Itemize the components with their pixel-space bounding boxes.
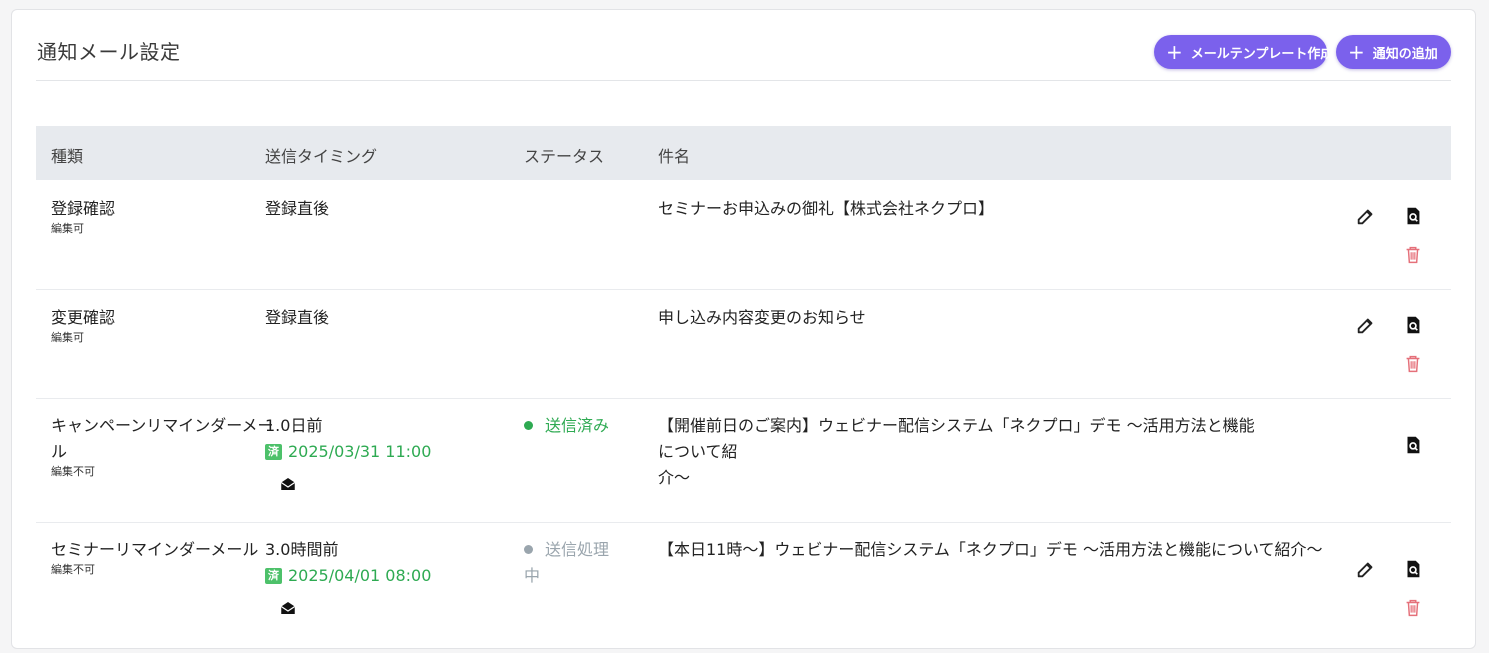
timing-label: 3.0時間前 xyxy=(265,540,339,559)
edit-icon[interactable] xyxy=(1355,314,1377,336)
timing-cell: 登録直後 xyxy=(265,199,330,218)
type-cell: キャンペーンリマインダーメー ル 編集不可 xyxy=(51,413,274,479)
timing-label: 1.0日前 xyxy=(265,416,323,435)
create-template-button[interactable]: + メールテンプレート作成 xyxy=(1154,35,1333,69)
preview-icon[interactable] xyxy=(1402,434,1424,456)
subject-label: 【開催前日のご案内】ウェビナー配信システム「ネクプロ」デモ ～活用方法と機能につ… xyxy=(658,416,1255,461)
table-row: キャンペーンリマインダーメー ル 編集不可 1.0日前 済 2025/03/31 … xyxy=(36,399,1451,523)
preview-icon[interactable] xyxy=(1402,558,1424,580)
editable-label: 編集不可 xyxy=(51,465,95,478)
status-dot-icon xyxy=(524,545,533,554)
type-label-cont: ル xyxy=(51,442,68,461)
add-notification-button[interactable]: + 通知の追加 xyxy=(1336,35,1451,69)
card-header: 通知メール設定 + メールテンプレート作成 + 通知の追加 xyxy=(36,10,1451,81)
status-label: 送信済み xyxy=(545,416,610,435)
sent-at: 済 2025/03/31 11:00 xyxy=(265,439,431,465)
editable-label: 編集可 xyxy=(51,222,84,235)
subject-label-cont: 介～ xyxy=(658,468,691,487)
type-label: 変更確認 xyxy=(51,308,116,327)
add-notification-label: 通知の追加 xyxy=(1372,46,1438,62)
table-header: 種類 送信タイミング ステータス 件名 xyxy=(36,126,1451,180)
done-badge: 済 xyxy=(265,444,282,460)
sent-at-label: 2025/03/31 11:00 xyxy=(288,442,432,461)
delete-icon[interactable] xyxy=(1402,353,1424,375)
type-label: 登録確認 xyxy=(51,199,116,218)
subject-cell: 【本日11時～】ウェビナー配信システム「ネクプロ」デモ ～活用方法と機能について… xyxy=(658,540,1323,559)
timing-cell: 1.0日前 済 2025/03/31 11:00 xyxy=(265,413,431,493)
subject-cell: 申し込み内容変更のお知らせ xyxy=(658,308,866,327)
table-row: 登録確認 編集可 登録直後 セミナーお申込みの御礼【株式会社ネクプロ】 xyxy=(36,180,1451,290)
delete-icon[interactable] xyxy=(1402,244,1424,266)
page-title: 通知メール設定 xyxy=(37,40,181,64)
create-template-label: メールテンプレート作成 xyxy=(1190,46,1334,62)
header-type: 種類 xyxy=(51,147,84,166)
status-cell: 送信済み xyxy=(524,413,609,439)
plus-icon: + xyxy=(1166,40,1183,64)
mail-open-icon[interactable] xyxy=(279,475,297,493)
timing-cell: 登録直後 xyxy=(265,308,330,327)
type-label: キャンペーンリマインダーメー xyxy=(51,416,274,435)
editable-label: 編集可 xyxy=(51,331,84,344)
notification-settings-card: 通知メール設定 + メールテンプレート作成 + 通知の追加 種類 送信タイミング… xyxy=(11,9,1476,649)
header-timing: 送信タイミング xyxy=(265,147,378,166)
type-cell: 変更確認 編集可 xyxy=(51,305,115,345)
done-badge: 済 xyxy=(265,568,282,584)
type-label: セミナーリマインダーメール xyxy=(51,540,259,559)
subject-cell: 【開催前日のご案内】ウェビナー配信システム「ネクプロ」デモ ～活用方法と機能につ… xyxy=(658,413,1258,491)
header-subject: 件名 xyxy=(658,147,691,166)
editable-label: 編集不可 xyxy=(51,563,95,576)
status-cell: 送信処理 中 xyxy=(524,537,609,589)
type-cell: 登録確認 編集可 xyxy=(51,196,115,236)
status-label: 送信処理 xyxy=(545,540,610,559)
type-cell: セミナーリマインダーメール 編集不可 xyxy=(51,537,258,577)
sent-at-label: 2025/04/01 08:00 xyxy=(288,566,432,585)
header-status: ステータス xyxy=(524,147,605,166)
preview-icon[interactable] xyxy=(1402,205,1424,227)
status-label-cont: 中 xyxy=(524,566,541,585)
delete-icon[interactable] xyxy=(1402,597,1424,619)
edit-icon[interactable] xyxy=(1355,205,1377,227)
subject-cell: セミナーお申込みの御礼【株式会社ネクプロ】 xyxy=(658,199,995,218)
preview-icon[interactable] xyxy=(1402,314,1424,336)
edit-icon[interactable] xyxy=(1355,558,1377,580)
timing-cell: 3.0時間前 済 2025/04/01 08:00 xyxy=(265,537,431,617)
plus-icon: + xyxy=(1348,40,1365,64)
table-row: 変更確認 編集可 登録直後 申し込み内容変更のお知らせ xyxy=(36,290,1451,399)
sent-at: 済 2025/04/01 08:00 xyxy=(265,563,431,589)
mail-open-icon[interactable] xyxy=(279,599,297,617)
status-dot-icon xyxy=(524,421,533,430)
